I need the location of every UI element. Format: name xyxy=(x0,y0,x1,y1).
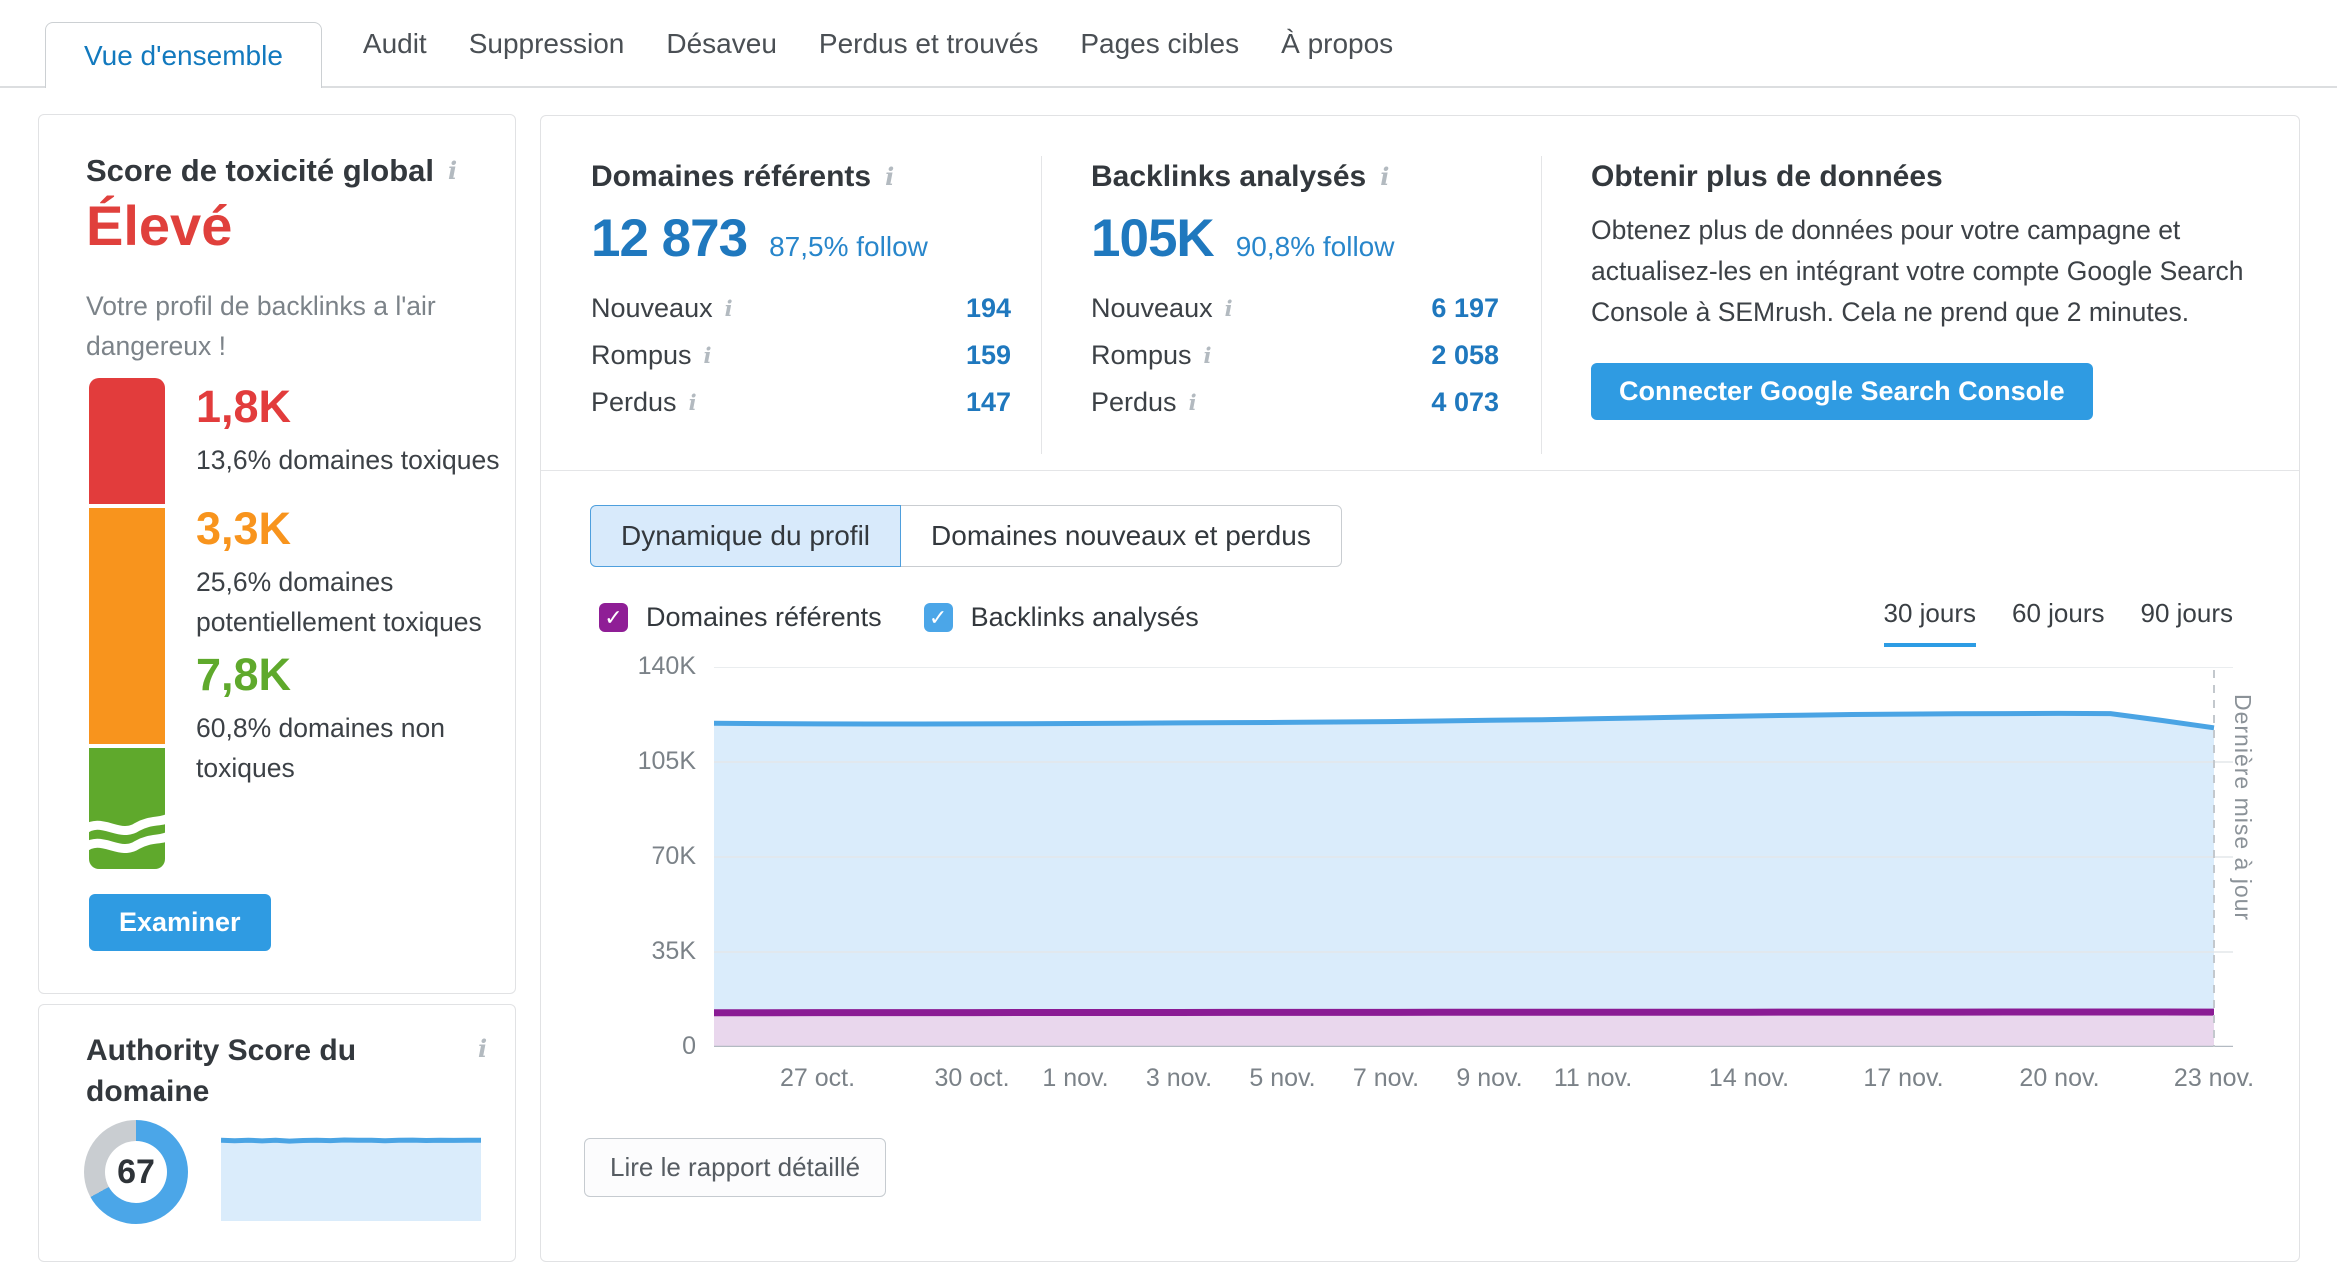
range-90-jours[interactable]: 90 jours xyxy=(2141,598,2234,643)
y-axis-label: 0 xyxy=(596,1032,696,1061)
info-icon[interactable] xyxy=(725,298,733,319)
x-axis-label: 17 nov. xyxy=(1863,1064,1943,1093)
stat-row-new-domains: Nouveaux 194 xyxy=(591,285,1011,332)
gsc-promo-section: Obtenir plus de données Obtenez plus de … xyxy=(1591,160,2291,420)
y-axis-label: 35K xyxy=(596,937,696,966)
range-60-jours[interactable]: 60 jours xyxy=(2012,598,2105,643)
broken-domains-value[interactable]: 159 xyxy=(966,340,1011,371)
connect-gsc-button[interactable]: Connecter Google Search Console xyxy=(1591,363,2093,420)
lost-backlinks-value[interactable]: 4 073 xyxy=(1431,387,1499,418)
y-axis-label: 105K xyxy=(596,747,696,776)
authority-card-title: Authority Score du domaine xyxy=(86,1031,406,1112)
x-axis-label: 3 nov. xyxy=(1146,1064,1212,1093)
backlinks-checkbox[interactable] xyxy=(924,603,953,632)
info-icon[interactable] xyxy=(704,345,712,366)
stat-row-lost-backlinks: Perdus 4 073 xyxy=(1091,379,1499,426)
referring-domains-title: Domaines référents xyxy=(591,160,1011,194)
range-30-jours[interactable]: 30 jours xyxy=(1884,598,1977,647)
referring-domains-total[interactable]: 12 873 xyxy=(591,208,747,269)
toxic-label: 13,6% domaines toxiques xyxy=(196,441,526,481)
info-icon[interactable] xyxy=(885,165,894,189)
non-toxic-count: 7,8K xyxy=(196,649,291,701)
x-axis-label: 30 oct. xyxy=(934,1064,1009,1093)
authority-score-sparkline xyxy=(221,1127,481,1221)
info-icon[interactable] xyxy=(478,1037,487,1061)
stat-row-new-backlinks: Nouveaux 6 197 xyxy=(1091,285,1499,332)
potentially-toxic-count: 3,3K xyxy=(196,503,291,555)
x-axis-label: 11 nov. xyxy=(1554,1064,1632,1093)
bar-break-wave-icon xyxy=(83,809,171,855)
y-axis-label: 70K xyxy=(596,842,696,871)
date-range-selector: 30 jours 60 jours 90 jours xyxy=(1884,598,2234,647)
y-axis-label: 140K xyxy=(596,652,696,681)
toxicity-card-title: Score de toxicité global xyxy=(86,153,457,189)
last-update-annotation: Dernière mise à jour xyxy=(2229,694,2256,1014)
tab-desaveu[interactable]: Désaveu xyxy=(645,0,798,88)
divider xyxy=(541,470,2299,471)
x-axis-label: 27 oct. xyxy=(780,1064,855,1093)
x-axis-label: 23 nov. xyxy=(2174,1064,2254,1093)
backlinks-total[interactable]: 105K xyxy=(1091,208,1214,269)
info-icon[interactable] xyxy=(1225,298,1233,319)
chart-view-toggle: Dynamique du profil Domaines nouveaux et… xyxy=(590,505,1342,567)
info-icon[interactable] xyxy=(689,392,697,413)
chart-legend: Domaines référents Backlinks analysés xyxy=(599,602,1199,633)
examine-button[interactable]: Examiner xyxy=(89,894,271,951)
new-domains-value[interactable]: 194 xyxy=(966,293,1011,324)
tab-vue-densemble[interactable]: Vue d'ensemble xyxy=(45,22,322,88)
divider xyxy=(1541,156,1542,454)
backlinks-overview-card: Domaines référents 12 873 87,5% follow N… xyxy=(540,115,2300,1262)
referring-domains-section: Domaines référents 12 873 87,5% follow N… xyxy=(591,160,1011,426)
potentially-toxic-bar-segment xyxy=(89,508,165,744)
info-icon[interactable] xyxy=(1189,392,1197,413)
referring-domains-follow: 87,5% follow xyxy=(769,231,928,263)
lost-domains-value[interactable]: 147 xyxy=(966,387,1011,418)
x-axis-label: 1 nov. xyxy=(1042,1064,1108,1093)
authority-score-card: Authority Score du domaine 67 xyxy=(38,1004,516,1262)
toxic-count: 1,8K xyxy=(196,381,291,433)
x-axis-label: 20 nov. xyxy=(2019,1064,2099,1093)
tab-audit[interactable]: Audit xyxy=(342,0,448,88)
x-axis-label: 5 nov. xyxy=(1249,1064,1315,1093)
stat-row-broken-domains: Rompus 159 xyxy=(591,332,1011,379)
tab-suppression[interactable]: Suppression xyxy=(448,0,646,88)
x-axis-label: 7 nov. xyxy=(1353,1064,1419,1093)
info-icon[interactable] xyxy=(1380,165,1389,189)
stat-row-broken-backlinks: Rompus 2 058 xyxy=(1091,332,1499,379)
toxic-bar-segment xyxy=(89,378,165,504)
detailed-report-button[interactable]: Lire le rapport détaillé xyxy=(584,1138,886,1197)
stat-row-lost-domains: Perdus 147 xyxy=(591,379,1011,426)
potentially-toxic-label: 25,6% domaines potentiellement toxiques xyxy=(196,563,496,643)
authority-score-donut: 67 xyxy=(84,1120,188,1224)
gsc-promo-text: Obtenez plus de données pour votre campa… xyxy=(1591,210,2286,333)
report-tabbar: Vue d'ensemble Audit Suppression Désaveu… xyxy=(0,0,2337,88)
new-backlinks-value[interactable]: 6 197 xyxy=(1431,293,1499,324)
backlinks-analyzed-title: Backlinks analysés xyxy=(1091,160,1499,194)
authority-score-value: 67 xyxy=(117,1153,155,1192)
backlinks-follow: 90,8% follow xyxy=(1236,231,1395,263)
toggle-domaines-nouveaux-et-perdus[interactable]: Domaines nouveaux et perdus xyxy=(900,505,1342,567)
tab-pages-cibles[interactable]: Pages cibles xyxy=(1059,0,1260,88)
non-toxic-label: 60,8% domaines non toxiques xyxy=(196,709,466,789)
backlinks-analyzed-section: Backlinks analysés 105K 90,8% follow Nou… xyxy=(1091,160,1499,426)
x-axis-label: 9 nov. xyxy=(1456,1064,1522,1093)
tab-a-propos[interactable]: À propos xyxy=(1260,0,1414,88)
toxicity-subtitle: Votre profil de backlinks a l'air danger… xyxy=(86,287,436,367)
x-axis-label: 14 nov. xyxy=(1709,1064,1789,1093)
profile-dynamics-chart xyxy=(714,667,2233,1047)
info-icon[interactable] xyxy=(1204,345,1212,366)
toggle-dynamique-du-profil[interactable]: Dynamique du profil xyxy=(590,505,901,567)
x-axis-labels: 27 oct. 30 oct. 1 nov. 3 nov. 5 nov. 7 nov. 9 … xyxy=(541,1064,2299,1104)
gsc-promo-title: Obtenir plus de données xyxy=(1591,160,2291,194)
info-icon[interactable] xyxy=(448,159,457,183)
referring-domains-checkbox[interactable] xyxy=(599,603,628,632)
backlink-audit-page: Vue d'ensemble Audit Suppression Désaveu… xyxy=(0,0,2337,1288)
divider xyxy=(1041,156,1042,454)
toxicity-score-card: Score de toxicité global Élevé Votre pro… xyxy=(38,114,516,994)
legend-label-backlinks: Backlinks analysés xyxy=(971,602,1199,633)
broken-backlinks-value[interactable]: 2 058 xyxy=(1431,340,1499,371)
legend-label-domains: Domaines référents xyxy=(646,602,882,633)
toxicity-status: Élevé xyxy=(86,193,232,258)
tab-perdus-et-trouves[interactable]: Perdus et trouvés xyxy=(798,0,1059,88)
